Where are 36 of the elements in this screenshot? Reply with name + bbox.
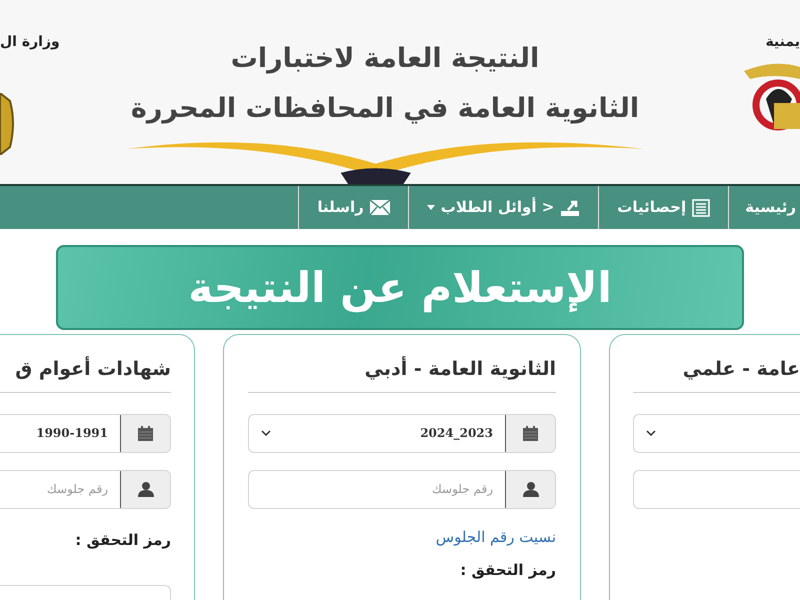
- card-title: عامة - علمي: [633, 355, 800, 392]
- envelope-icon: [370, 200, 390, 215]
- country-text: يمنية: [765, 33, 800, 52]
- forgot-seat-link[interactable]: نسيت رقم الجلوس: [436, 528, 556, 546]
- year-select[interactable]: [633, 414, 800, 452]
- captcha-field[interactable]: [0, 585, 171, 600]
- year-select[interactable]: 2024_2023: [248, 414, 556, 452]
- nav-item[interactable]: إحصائيات: [598, 186, 728, 229]
- chevron-down-icon: [646, 430, 656, 436]
- select-value: 1990-1991: [36, 425, 108, 442]
- seat-number-field[interactable]: [633, 470, 800, 508]
- upload-icon: [560, 198, 580, 216]
- header-title: الثانوية العامة في المحافظات المحررة: [130, 92, 640, 126]
- list-icon: [692, 198, 710, 216]
- banner-title: الإستعلام عن النتيجة: [188, 262, 612, 314]
- card-title: شهادات أعوام ق: [0, 355, 171, 392]
- calendar-icon: [523, 426, 538, 440]
- seat-placeholder: رقم جلوسك: [432, 481, 493, 498]
- header-title: النتيجة العامة لاختبارات: [230, 42, 540, 76]
- captcha-label: رمز التحقق :: [459, 560, 556, 581]
- nav-item[interactable]: رئيسية: [728, 186, 800, 229]
- ministry-text: وزارة ال: [0, 33, 60, 52]
- select-value: 2024_2023: [420, 425, 493, 442]
- seat-number-field[interactable]: رقم جلوسك: [0, 470, 171, 508]
- nav-item[interactable]: راسلنا: [298, 186, 408, 229]
- emblem-icon: [0, 93, 16, 155]
- user-icon: [138, 481, 154, 497]
- seat-placeholder: رقم جلوسك: [46, 481, 108, 498]
- seat-number-field[interactable]: رقم جلوسك: [248, 470, 556, 508]
- card-title: الثانوية العامة - أدبي: [248, 355, 556, 392]
- user-icon: [522, 481, 538, 497]
- nav-item[interactable]: < أوائل الطلاب: [408, 186, 598, 229]
- year-select[interactable]: 1990-1991: [0, 414, 171, 452]
- calendar-icon: [138, 426, 153, 440]
- captcha-label: رمز التحقق :: [74, 530, 171, 551]
- chevron-down-icon: [261, 430, 271, 436]
